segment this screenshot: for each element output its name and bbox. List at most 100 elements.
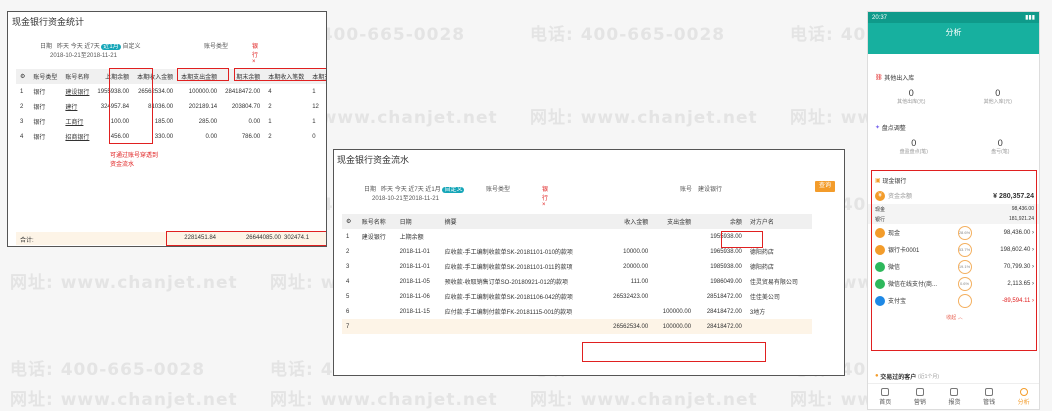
table-header: ⚙ 账号名称 日期 摘要 收入金额 支出金额 余额 对方户名: [342, 214, 812, 229]
table-cell[interactable]: 招商银行: [61, 129, 93, 144]
table-cell: 1985938.00: [710, 263, 742, 270]
tab-analysis[interactable]: 分析: [1017, 387, 1030, 406]
table-cell: 26562534.00: [601, 319, 653, 334]
table-cell: 2018-11-05: [399, 278, 430, 285]
table-cell: 4: [346, 278, 350, 285]
watermark-text: 网址: www.chanjet.net: [10, 390, 238, 410]
table-row: 2 银行 建行 324957.84 81036.00 202189.14 203804.70…: [16, 99, 326, 114]
acct-type-label: 账号类型: [204, 44, 229, 50]
table-row: 4 银行 招商银行 456.00 330.00 0.00 786.00 2 0: [16, 129, 326, 144]
table-cell: 0.00: [205, 133, 218, 140]
range-yesterday[interactable]: 昨天: [381, 187, 393, 193]
range-yesterday[interactable]: 昨天: [57, 44, 69, 50]
table-cell: 佳灵贸易有限公司: [749, 280, 798, 286]
total-row: 7 26562534.00 100000.00 28418472.00: [342, 319, 812, 334]
screenshot-canvas: 电话: 400-665-0028 网址: www.chanjet.net 电话: 4…: [0, 0, 1052, 411]
range-7days[interactable]: 近7天: [84, 44, 99, 50]
watermark-text: 网址: www.chanjet.net: [530, 108, 758, 128]
col-header: 收入金额: [624, 220, 649, 226]
table-cell: 银行: [33, 120, 46, 126]
range-1month[interactable]: 近1月: [101, 44, 121, 50]
battery-icon: ▮▮▮: [1025, 15, 1035, 21]
range-today[interactable]: 今天: [71, 44, 83, 50]
cash-bank-stats-window: 现金银行资金统计 日期 昨天 今天 近7天 近1月 自定义 账号类型 银行 × …: [7, 11, 327, 247]
stat-label: 盘亏(笔): [991, 149, 1010, 155]
table-cell: 0: [312, 133, 316, 140]
col-header: 账号名称: [65, 75, 90, 81]
col-header: 支出金额: [667, 220, 692, 226]
section-title: 盘点调整: [881, 125, 906, 132]
table-cell: 上期余额: [399, 235, 424, 241]
recent-customers: ● 交易过的客户 (近1个月): [868, 369, 1039, 383]
table-cell: 1: [346, 233, 350, 240]
inventory-section: ✦ 盘点调整 0 盘盈盘点(笔) 0 盘亏(笔): [868, 120, 1039, 156]
annotation-note: 可通过账号穿透到资金流水: [110, 153, 159, 168]
highlight-box: [234, 68, 326, 81]
range-custom[interactable]: 自定义: [122, 44, 140, 50]
other-inout-section: ⛓ 其他出入库 0 其他出库(元) 0 其他入库(元): [868, 70, 1039, 106]
table-cell: 1986049.00: [710, 278, 742, 285]
tab-marketing[interactable]: 营销: [914, 387, 926, 406]
table-cell: 3: [346, 263, 350, 270]
table-cell: [745, 319, 812, 334]
stat-value: 0: [911, 138, 917, 148]
money-icon: [985, 387, 994, 396]
bottom-tab-bar: 首页 营销 报货 管钱 分析: [868, 383, 1039, 409]
acct-select[interactable]: 建设银行: [698, 184, 798, 193]
customer-icon: ●: [875, 373, 879, 379]
range-custom[interactable]: 自定义: [442, 187, 465, 193]
tab-home[interactable]: 首页: [879, 387, 891, 406]
query-button[interactable]: 查询: [815, 181, 835, 192]
table-cell: [652, 229, 695, 244]
acct-type-select[interactable]: 银行 ×: [252, 41, 258, 65]
tab-report[interactable]: 报货: [948, 387, 960, 406]
table-cell: [395, 319, 441, 334]
watermark-text: 网址: www.chanjet.net: [10, 273, 238, 293]
stat-value: 0: [995, 88, 1001, 98]
table-cell: 1: [312, 88, 316, 95]
table-cell: 1: [268, 118, 272, 125]
report-icon: [950, 387, 959, 396]
col-header: 余额: [729, 220, 742, 226]
stats-table: ⚙ 账号类型 账号名称 上期余额 本期收入金额 本期支出金额 期末余额 本期收入…: [16, 69, 326, 170]
range-today[interactable]: 今天: [395, 187, 407, 193]
range-1month[interactable]: 近1月: [425, 187, 440, 193]
range-7days[interactable]: 近7天: [408, 187, 423, 193]
col-header: 日期: [399, 220, 412, 226]
section-title: 交易过的客户: [880, 374, 917, 381]
tab-label: 分析: [1017, 399, 1030, 406]
table-cell: 100000.00: [652, 319, 696, 334]
date-range: 2018-10-21至2018-11-21: [372, 196, 439, 202]
settings-icon[interactable]: ⚙: [342, 214, 358, 229]
table-cell: 28418472.00: [706, 308, 742, 315]
status-bar: 20:37 ▮▮▮: [868, 12, 1039, 23]
table-cell: 预收款-收取销售订单SO-20180921-012的款项: [444, 280, 569, 286]
table-cell: 6: [346, 308, 350, 315]
table-cell: 2018-11-01: [399, 263, 430, 270]
tab-money[interactable]: 管钱: [983, 387, 995, 406]
settings-icon[interactable]: ⚙: [16, 69, 29, 84]
table-cell: 2: [346, 248, 350, 255]
date-label: 日期: [40, 44, 53, 50]
acct-type-select[interactable]: 银行 ×: [542, 184, 548, 208]
watermark-text: 电话: 400-665-0028: [10, 360, 206, 380]
nav-bar: 分析: [868, 23, 1039, 54]
total-label: 合计:: [20, 238, 34, 244]
table-cell: [358, 289, 396, 304]
stat-value: 0: [908, 88, 914, 98]
table-cell: [441, 229, 602, 244]
table-cell: 20000.00: [623, 263, 649, 270]
table-cell: [440, 319, 602, 334]
table-cell: 应收款-手工编制收款单SK-20181101-011的款项: [444, 265, 573, 271]
table-cell[interactable]: 工商行: [61, 114, 93, 129]
table-cell: 银行: [33, 90, 46, 96]
table-row: 3 银行 工商行 100.00 185.00 285.00 0.00 1 1: [16, 114, 326, 129]
table-cell: [358, 244, 396, 259]
table-cell: [652, 244, 695, 259]
highlight-box: [871, 170, 1037, 351]
table-cell[interactable]: 建行: [61, 99, 93, 114]
link-icon: ⛓: [875, 74, 883, 81]
table-cell: 1: [20, 88, 24, 95]
table-cell: 28418472.00: [695, 319, 746, 334]
table-cell[interactable]: 建设银行: [61, 84, 93, 99]
